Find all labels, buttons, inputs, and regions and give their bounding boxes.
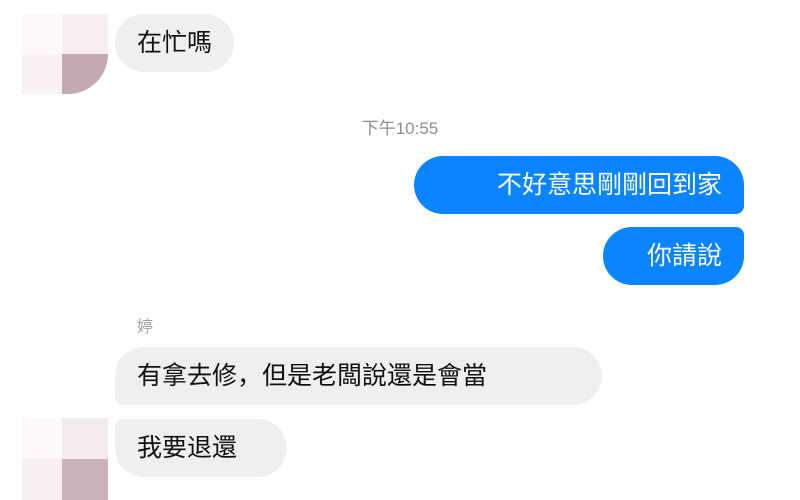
avatar-pixel	[62, 418, 108, 459]
avatar-icon[interactable]	[22, 14, 108, 94]
avatar-pixel	[22, 459, 62, 500]
avatar-pixel	[62, 459, 108, 500]
message-text: 有拿去修，但是老闆說還是會當	[137, 361, 488, 390]
message-timestamp: 下午10:55	[361, 119, 439, 138]
message-text: 你請說	[646, 241, 722, 270]
avatar-pixel	[62, 14, 108, 54]
message-text: 我要退還	[137, 433, 238, 462]
avatar-pixel	[22, 54, 62, 94]
sender-name: 婷	[137, 317, 154, 336]
message-bubble-incoming[interactable]: 我要退還	[115, 419, 287, 477]
avatar-pixel	[22, 418, 62, 459]
message-bubble-outgoing[interactable]: 你請說	[603, 227, 744, 285]
message-bubble-incoming[interactable]: 在忙嗎	[115, 14, 235, 72]
avatar-pixel	[22, 14, 62, 54]
message-text: 不好意思剛剛回到家	[496, 170, 722, 199]
message-bubble-incoming[interactable]: 有拿去修，但是老闆說還是會當	[115, 347, 602, 405]
avatar-icon[interactable]	[22, 418, 108, 500]
message-text: 在忙嗎	[137, 28, 213, 57]
message-bubble-outgoing[interactable]: 不好意思剛剛回到家	[414, 156, 744, 214]
avatar-pixel	[62, 54, 108, 94]
